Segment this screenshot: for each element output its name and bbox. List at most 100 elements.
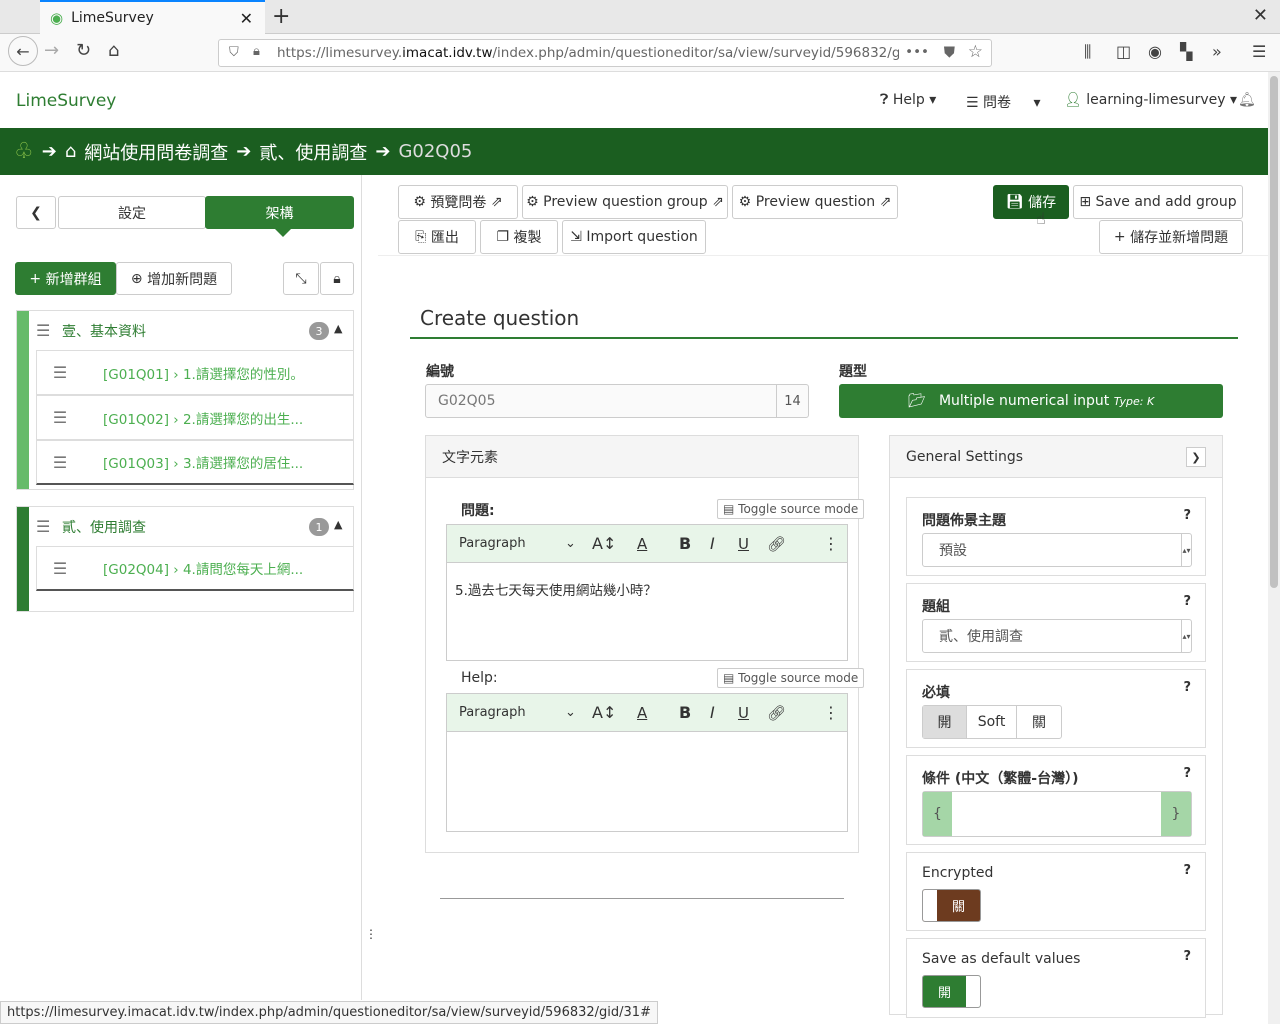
- link-icon[interactable]: 🔗︎: [767, 535, 786, 553]
- back-icon[interactable]: ←: [8, 36, 38, 66]
- italic-icon[interactable]: I: [710, 703, 715, 722]
- chevron-down-icon[interactable]: ⌄: [565, 536, 576, 551]
- mandatory-on-option[interactable]: 開: [923, 706, 967, 738]
- pocket-icon[interactable]: ⛊: [944, 43, 955, 61]
- mandatory-soft-option[interactable]: Soft: [967, 706, 1017, 738]
- close-tab-icon[interactable]: ✕: [240, 9, 253, 28]
- font-size-icon[interactable]: A↕: [592, 703, 616, 722]
- help-mark[interactable]: ?: [1183, 508, 1191, 523]
- help-mark[interactable]: ?: [1183, 863, 1191, 878]
- group-title[interactable]: 壹、基本資料: [62, 311, 146, 351]
- question-item[interactable]: ☰ [G01Q01] › 1.請選擇您的性別。: [36, 350, 354, 395]
- bookmark-star-icon[interactable]: ☆: [968, 42, 983, 62]
- bell-icon[interactable]: 🔔︎: [1238, 92, 1256, 108]
- add-group-button[interactable]: + 新增群組: [15, 262, 116, 295]
- drag-handle-icon[interactable]: ☰: [37, 363, 83, 382]
- home-icon[interactable]: ⌂: [108, 40, 119, 61]
- toggle-source-button[interactable]: ▤ Toggle source mode: [717, 668, 865, 688]
- help-mark[interactable]: ?: [1183, 949, 1191, 964]
- code-input[interactable]: G02Q05 14: [425, 384, 809, 418]
- overflow-icon[interactable]: »: [1212, 42, 1222, 61]
- preview-question-button[interactable]: ⚙ Preview question ⇗: [732, 185, 898, 219]
- copy-button[interactable]: ❐ 複製: [480, 220, 558, 254]
- surveys-menu[interactable]: ☰ 問卷 ▾: [966, 92, 1041, 112]
- preview-group-button[interactable]: ⚙ Preview question group ⇗: [522, 185, 728, 219]
- brand-logo[interactable]: LimeSurvey: [16, 91, 116, 111]
- save-button[interactable]: 💾︎ 儲存: [993, 185, 1069, 219]
- user-menu[interactable]: 👤︎ learning-limesurvey ▾: [1064, 92, 1237, 108]
- sidebar-icon[interactable]: ◫: [1116, 42, 1131, 61]
- menu-icon[interactable]: ☰: [1252, 42, 1266, 61]
- account-icon[interactable]: ◉: [1148, 42, 1162, 61]
- scrollbar-thumb[interactable]: [1270, 76, 1278, 588]
- browser-tab[interactable]: ◉ LimeSurvey ✕: [40, 0, 265, 34]
- paragraph-select[interactable]: Paragraph: [459, 536, 526, 551]
- question-item[interactable]: ☰ [G01Q03] › 3.請選擇您的居住...: [36, 440, 354, 485]
- help-mark[interactable]: ?: [1183, 680, 1191, 695]
- help-menu[interactable]: ❓︎ Help ▾: [880, 92, 936, 108]
- default-values-switch[interactable]: 開: [922, 975, 981, 1008]
- mandatory-off-option[interactable]: 關: [1017, 706, 1061, 738]
- new-tab-icon[interactable]: +: [272, 4, 290, 29]
- tab-structure-label: 架構: [265, 205, 294, 222]
- save-add-group-button[interactable]: ⊞ Save and add group: [1073, 185, 1243, 219]
- export-button[interactable]: ⎘ 匯出: [398, 220, 476, 254]
- home-icon[interactable]: ⌂: [65, 141, 76, 162]
- toggle-source-button[interactable]: ▤ Toggle source mode: [717, 499, 865, 519]
- breadcrumb-survey[interactable]: 網站使用問卷調查: [84, 139, 228, 165]
- drag-handle-icon[interactable]: ☰: [36, 517, 50, 536]
- question-type-button[interactable]: 📂︎ Multiple numerical input Type: K: [839, 384, 1223, 418]
- group-select[interactable]: 貳、使用調查 ▴▾: [922, 619, 1192, 653]
- group-title[interactable]: 貳、使用調查: [62, 507, 146, 547]
- font-color-icon[interactable]: A: [637, 535, 647, 553]
- collapse-sidebar-button[interactable]: ❮: [16, 196, 56, 229]
- bold-icon[interactable]: B: [679, 703, 691, 722]
- close-window-icon[interactable]: ✕: [1253, 5, 1268, 26]
- resize-handle-icon[interactable]: ⋮: [365, 927, 377, 941]
- more-options-icon[interactable]: ⋮: [823, 703, 839, 722]
- tab-structure[interactable]: 架構: [205, 196, 354, 229]
- help-mark[interactable]: ?: [1183, 766, 1191, 781]
- bold-icon[interactable]: B: [679, 534, 691, 553]
- question-item[interactable]: ☰ [G02Q04] › 4.請問您每天上網...: [36, 546, 354, 591]
- theme-select[interactable]: 預設 ▴▾: [922, 533, 1192, 567]
- drag-handle-icon[interactable]: ☰: [37, 453, 83, 472]
- lock-order-button[interactable]: 🔒︎: [320, 262, 354, 295]
- caret-up-icon[interactable]: ▲: [334, 322, 342, 335]
- collapse-all-button[interactable]: ⤡: [283, 262, 319, 295]
- add-question-button[interactable]: ⊕ 增加新問題: [116, 262, 232, 295]
- url-bar[interactable]: ⛉ 🔒︎ https://limesurvey. imacat.idv.tw/in…: [218, 39, 992, 67]
- font-size-icon[interactable]: A↕: [592, 534, 616, 553]
- shield-icon: ⛉: [229, 45, 239, 60]
- drag-handle-icon[interactable]: ☰: [36, 321, 50, 340]
- encrypted-switch[interactable]: 關: [922, 889, 981, 922]
- import-question-button[interactable]: ⇲ Import question: [562, 220, 706, 254]
- drag-handle-icon[interactable]: ☰: [37, 408, 83, 427]
- tab-settings[interactable]: 設定: [58, 196, 206, 229]
- condition-textarea[interactable]: [952, 792, 1161, 836]
- underline-icon[interactable]: U: [738, 535, 749, 553]
- chevron-down-icon[interactable]: ⌄: [565, 705, 576, 720]
- chevron-right-icon[interactable]: ❯: [1186, 447, 1206, 467]
- page-title: Create question: [420, 306, 580, 330]
- help-mark[interactable]: ?: [1183, 594, 1191, 609]
- question-text-content[interactable]: 5.過去七天每天使用網站幾小時？: [455, 579, 657, 599]
- link-icon[interactable]: 🔗︎: [767, 704, 786, 722]
- caret-up-icon[interactable]: ▲: [334, 518, 342, 531]
- question-type-label: 題型: [839, 364, 867, 380]
- font-color-icon[interactable]: A: [637, 704, 647, 722]
- drag-handle-icon[interactable]: ☰: [37, 559, 83, 578]
- extensions-icon[interactable]: ▚: [1180, 42, 1192, 61]
- question-item[interactable]: ☰ [G01Q02] › 2.請選擇您的出生...: [36, 395, 354, 440]
- breadcrumb-group[interactable]: 貳、使用調查: [259, 139, 367, 165]
- more-icon[interactable]: •••: [899, 44, 929, 60]
- reload-icon[interactable]: ↻: [76, 40, 91, 61]
- more-options-icon[interactable]: ⋮: [823, 534, 839, 553]
- forward-icon[interactable]: →: [44, 40, 59, 61]
- library-icon[interactable]: ⫼: [1084, 42, 1091, 62]
- italic-icon[interactable]: I: [710, 534, 715, 553]
- paragraph-select[interactable]: Paragraph: [459, 705, 526, 720]
- save-add-question-button[interactable]: + 儲存並新增問題: [1099, 220, 1243, 254]
- underline-icon[interactable]: U: [738, 704, 749, 722]
- preview-survey-button[interactable]: ⚙ 預覽問卷 ⇗: [398, 185, 518, 219]
